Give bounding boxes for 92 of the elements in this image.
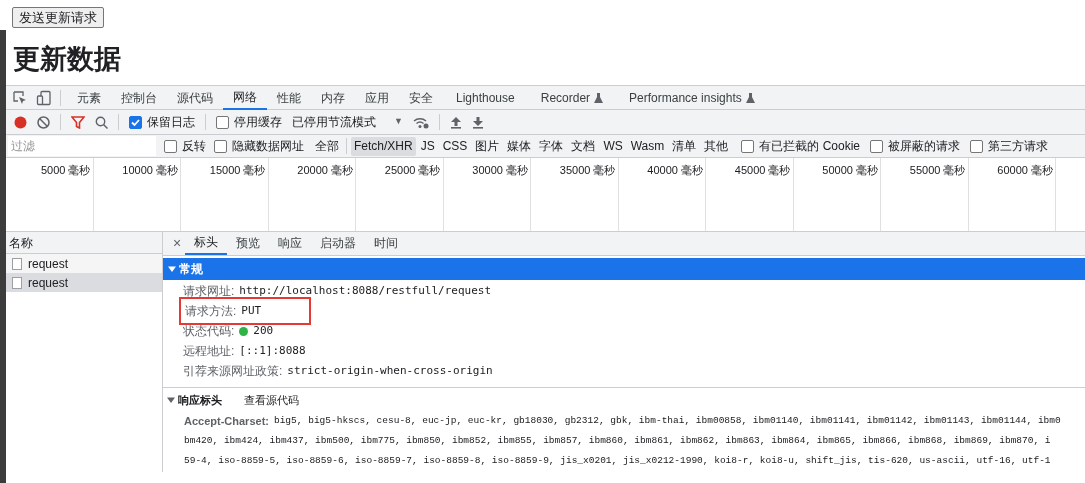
device-toggle-icon[interactable]: [36, 89, 52, 106]
devtools-tab[interactable]: Performance insights: [616, 85, 768, 110]
clear-icon[interactable]: [37, 115, 50, 129]
filter-option-label: 反转: [182, 138, 206, 155]
detail-tab[interactable]: 标头: [185, 231, 228, 255]
close-button[interactable]: ×: [169, 231, 186, 255]
type-filter[interactable]: 媒体: [504, 136, 535, 156]
type-filter[interactable]: JS: [417, 136, 438, 156]
collapse-triangle-icon: [168, 265, 176, 273]
network-conditions-icon[interactable]: [412, 115, 429, 129]
field-label: 请求方法:: [185, 305, 237, 317]
field-value: http://localhost:8088/restfull/request: [239, 285, 491, 297]
type-filter[interactable]: Fetch/XHR: [351, 136, 416, 156]
detail-tab[interactable]: 响应: [269, 231, 312, 255]
devtools-tab[interactable]: 性能: [267, 85, 311, 110]
field-label: 请求网址:: [183, 285, 235, 297]
column-header: 名称: [9, 234, 33, 252]
type-filter[interactable]: Wasm: [627, 136, 668, 156]
section-header[interactable]: 响应标头: [167, 391, 222, 409]
devtools-tab[interactable]: 内存: [311, 85, 355, 110]
filter-option-label: 被屏蔽的请求: [888, 138, 960, 155]
request-row[interactable]: request: [6, 254, 162, 273]
collapse-triangle-icon: [167, 396, 175, 404]
devtools-tab[interactable]: 网络: [223, 85, 267, 110]
timeline-tick-label: 40000 毫秒: [647, 163, 703, 177]
timeline-tick-label: 10000 毫秒: [122, 163, 178, 177]
field-label: 远程地址:: [183, 345, 235, 357]
field-label: 状态代码:: [183, 325, 235, 337]
checkbox[interactable]: [129, 115, 142, 129]
checkbox[interactable]: [164, 139, 177, 153]
header-value: bm420, ibm424, ibm437, ibm500, ibm775, ibm850, ibm852, ibm855, ibm857, ibm860, ibm861, ibm862, ibm863, ibm864, ibm865, ibm866, ibm868, ibm869, ibm870, i: [184, 434, 1051, 448]
type-filter[interactable]: 全部: [312, 136, 342, 156]
inspect-icon[interactable]: [12, 89, 28, 106]
timeline-tick-label: 5000 毫秒: [40, 163, 91, 177]
document-icon[interactable]: [12, 257, 22, 270]
filter-option-label: 有已拦截的 Cookie: [759, 138, 860, 155]
devtools-tab[interactable]: 源代码: [167, 85, 223, 110]
send-update-button[interactable]: 发送更新请求: [12, 7, 104, 28]
document-icon[interactable]: [12, 276, 22, 289]
field-value: PUT: [241, 305, 262, 317]
devtools-tab[interactable]: 元素: [67, 85, 111, 110]
type-filter[interactable]: 清单: [669, 136, 700, 156]
type-filter[interactable]: WS: [600, 136, 626, 156]
devtools-tab[interactable]: 应用: [355, 85, 399, 110]
devtools-tab[interactable]: 控制台: [111, 85, 167, 110]
timeline-tick-label: 55000 毫秒: [909, 163, 966, 177]
section-header[interactable]: 常规: [163, 258, 1085, 280]
filter-option-label: 第三方请求: [988, 138, 1048, 155]
detail-tab[interactable]: 预览: [227, 231, 270, 255]
throttling-dropdown[interactable]: 已停用节流模式 ▼: [292, 113, 403, 131]
devtools-tab[interactable]: Recorder: [527, 85, 617, 110]
filter-field[interactable]: 过滤: [8, 136, 156, 156]
devtools-tab[interactable]: 安全: [399, 85, 443, 110]
header-value: 59-4, iso-8859-5, iso-8859-6, iso-8859-7, iso-8859-8, iso-8859-9, jis_x0201, jis_x0212-1990, koi8-r, koi8-u, shift_jis, tis-620, us-ascii, utf-16, utf-1: [184, 454, 1051, 468]
type-filter[interactable]: 文档: [568, 136, 599, 156]
timeline-tick-label: 30000 毫秒: [472, 163, 528, 177]
record-icon[interactable]: [14, 115, 27, 129]
search-icon[interactable]: [95, 115, 108, 129]
view-source-link[interactable]: 查看源代码: [244, 391, 299, 409]
checkbox[interactable]: [870, 139, 883, 153]
preserve-log-label: 保留日志: [147, 114, 195, 131]
checkbox[interactable]: [216, 115, 229, 129]
detail-tab[interactable]: 时间: [365, 231, 408, 255]
field-value: 200: [253, 325, 274, 337]
timeline-tick-label: 45000 毫秒: [734, 163, 791, 177]
checkbox[interactable]: [214, 139, 227, 153]
header-value: big5, big5-hkscs, cesu-8, euc-jp, euc-kr, gb18030, gb2312, gbk, ibm-thai, ibm00858, ibm01140, ibm01141, ibm01142, ibm01143, ibm01144, ibm0: [273, 414, 1061, 428]
timeline-tick-label: 35000 毫秒: [559, 163, 616, 177]
timeline-tick-label: 60000 毫秒: [997, 163, 1053, 177]
download-icon[interactable]: [471, 115, 484, 129]
type-filter[interactable]: 图片: [472, 136, 503, 156]
devtools-tab[interactable]: Lighthouse: [443, 85, 528, 110]
checkbox[interactable]: [741, 139, 755, 153]
type-filter[interactable]: 其他: [701, 136, 732, 156]
timeline-tick-label: 20000 毫秒: [297, 163, 353, 177]
disable-cache-label: 停用缓存: [234, 114, 282, 131]
checkbox[interactable]: [970, 139, 983, 153]
filter-option-label: 隐藏数据网址: [232, 138, 304, 155]
detail-tab[interactable]: 启动器: [311, 231, 366, 255]
type-filter[interactable]: CSS: [439, 136, 471, 156]
header-name: Accept-Charset:: [184, 414, 269, 429]
field-value: [::1]:8088: [239, 345, 306, 357]
page-heading: 更新数据: [13, 43, 121, 76]
timeline-tick-label: 25000 毫秒: [384, 163, 441, 177]
timeline-tick-label: 50000 毫秒: [822, 163, 878, 177]
upload-icon[interactable]: [449, 115, 462, 129]
filter-icon[interactable]: [71, 115, 85, 129]
field-value: strict-origin-when-cross-origin: [287, 365, 493, 377]
field-label: 引荐来源网址政策:: [183, 365, 283, 377]
type-filter[interactable]: 字体: [536, 136, 567, 156]
timeline-tick-label: 15000 毫秒: [209, 163, 266, 177]
request-row[interactable]: request: [6, 273, 162, 292]
